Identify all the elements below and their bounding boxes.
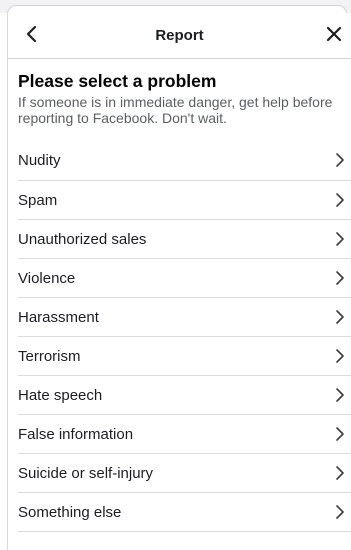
problem-list: Nudity Spam Unauthorized sales Violence Hara…: [18, 140, 351, 532]
chevron-right-icon: [333, 151, 347, 169]
problem-option-harassment[interactable]: Harassment: [18, 298, 351, 337]
chevron-right-icon: [333, 269, 347, 287]
chevron-right-icon: [333, 191, 347, 209]
problem-option-unauthorized-sales[interactable]: Unauthorized sales: [18, 220, 351, 259]
chevron-right-icon: [333, 464, 347, 482]
problem-option-something-else[interactable]: Something else: [18, 493, 351, 532]
chevron-left-icon: [26, 25, 37, 43]
problem-option-spam[interactable]: Spam: [18, 181, 351, 220]
problem-option-label: Suicide or self-injury: [18, 464, 154, 482]
intro-section: Please select a problem If someone is in…: [18, 71, 341, 126]
dialog-header: Report: [8, 13, 351, 59]
sheet-top-edge: [0, 0, 351, 14]
chevron-right-icon: [333, 308, 347, 326]
chevron-right-icon: [333, 503, 347, 521]
close-icon: [326, 26, 342, 42]
danger-notice: If someone is in immediate danger, get h…: [18, 94, 333, 126]
problem-option-suicide-or-self-injury[interactable]: Suicide or self-injury: [18, 454, 351, 493]
problem-option-label: Violence: [18, 269, 76, 287]
problem-option-label: Terrorism: [18, 347, 81, 365]
problem-option-hate-speech[interactable]: Hate speech: [18, 376, 351, 415]
problem-option-label: Unauthorized sales: [18, 230, 147, 248]
close-button[interactable]: [323, 23, 345, 45]
problem-option-label: Hate speech: [18, 386, 103, 404]
problem-option-label: Harassment: [18, 308, 99, 326]
problem-option-label: Spam: [18, 191, 58, 209]
chevron-right-icon: [333, 347, 347, 365]
report-dialog: Report Please select a problem If someon…: [0, 0, 351, 550]
problem-option-violence[interactable]: Violence: [18, 259, 351, 298]
sheet-left-edge: [7, 12, 8, 550]
dialog-title: Report: [155, 27, 204, 44]
problem-option-terrorism[interactable]: Terrorism: [18, 337, 351, 376]
chevron-right-icon: [333, 230, 347, 248]
problem-option-label: Nudity: [18, 151, 61, 169]
back-button[interactable]: [22, 23, 42, 45]
problem-heading: Please select a problem: [18, 71, 217, 91]
chevron-right-icon: [333, 425, 347, 443]
problem-option-nudity[interactable]: Nudity: [18, 140, 351, 181]
problem-option-false-information[interactable]: False information: [18, 415, 351, 454]
problem-option-label: False information: [18, 425, 134, 443]
problem-option-label: Something else: [18, 503, 122, 521]
chevron-right-icon: [333, 386, 347, 404]
